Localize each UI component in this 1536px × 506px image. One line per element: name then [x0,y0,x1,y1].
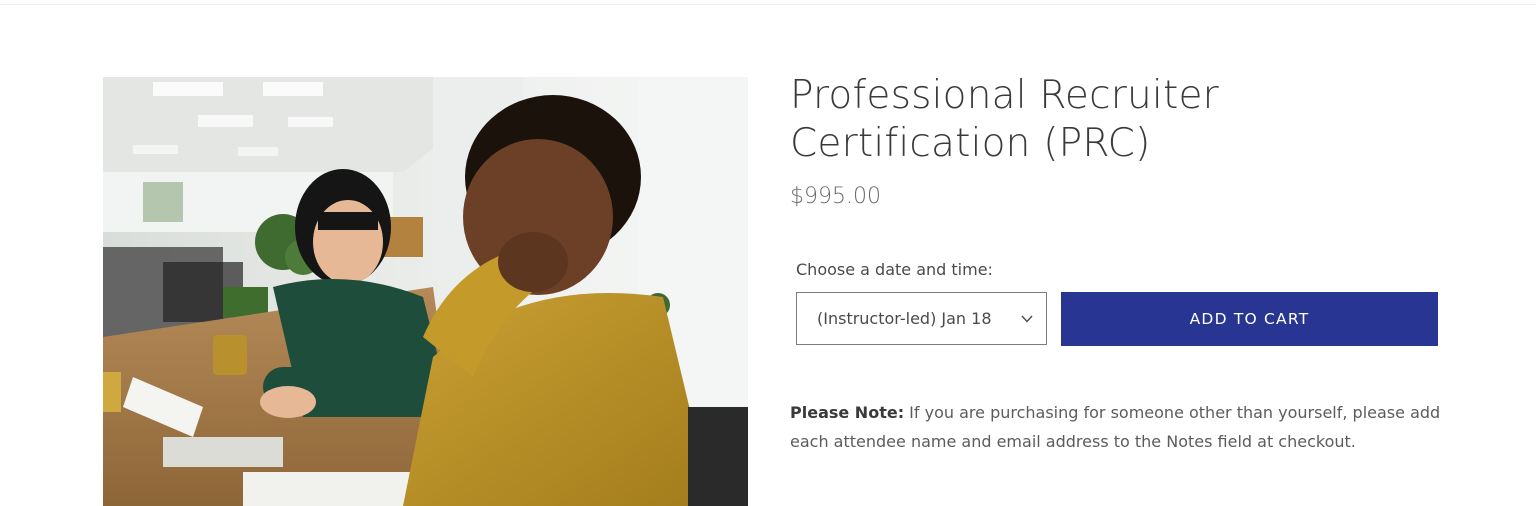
date-time-select-value: (Instructor-led) Jan 18 [817,309,992,328]
header-divider [0,4,1536,5]
product-price: $995.00 [790,184,881,209]
variant-label: Choose a date and time: [796,260,993,279]
chevron-down-icon [1020,312,1034,326]
product-page: Professional Recruiter Certification (PR… [0,0,1536,506]
product-image[interactable] [103,77,748,506]
note-label: Please Note: [790,403,905,422]
add-to-cart-button[interactable]: ADD TO CART [1061,292,1438,346]
date-time-select[interactable]: (Instructor-led) Jan 18 [796,292,1047,345]
product-photo [103,77,748,506]
product-info: Professional Recruiter Certification (PR… [790,72,1450,451]
product-title: Professional Recruiter Certification (PR… [790,73,1219,166]
purchase-note: Please Note: If you are purchasing for s… [790,398,1450,456]
